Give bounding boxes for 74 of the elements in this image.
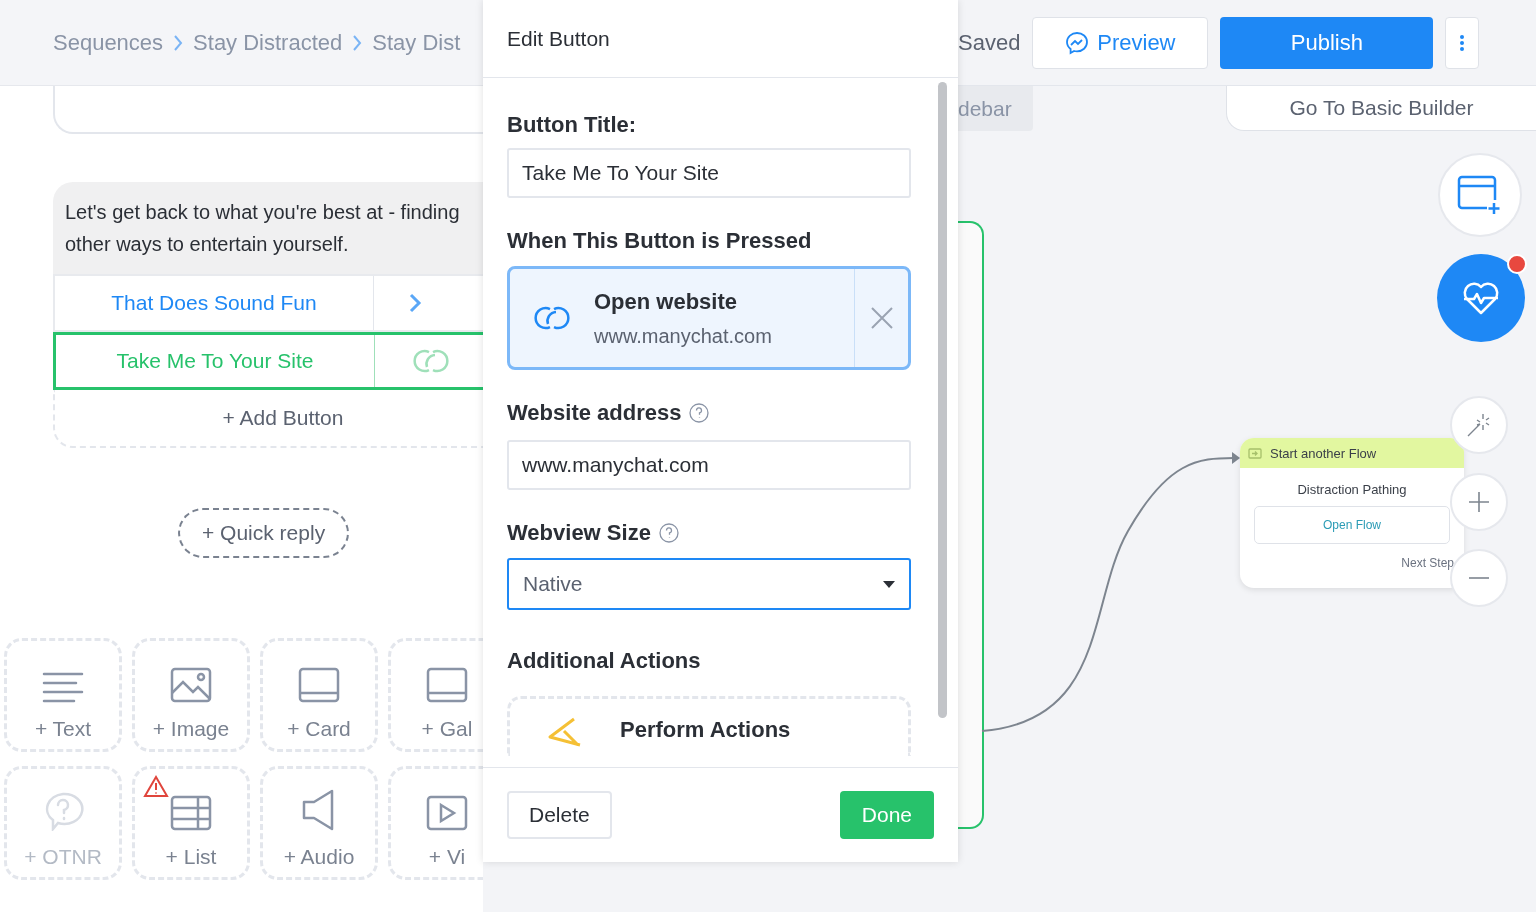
- tile-label: + Card: [287, 717, 351, 741]
- breadcrumb-link[interactable]: Sequences: [53, 29, 164, 56]
- tile-label: + Gal: [421, 717, 473, 741]
- flow-node[interactable]: Start another Flow Distraction Pathing Open Flow Next Step: [1240, 438, 1464, 588]
- flow-icon: [1248, 447, 1262, 459]
- sidebar-tab[interactable]: debar: [958, 86, 1033, 131]
- add-block-tile[interactable]: + Vi: [388, 766, 483, 880]
- field-label: When This Button is Pressed: [507, 228, 812, 254]
- tile-label: + Text: [34, 717, 92, 741]
- button-title-field[interactable]: Take Me To Your Site: [507, 148, 911, 198]
- tile-label: + List: [165, 845, 217, 869]
- field-label: Button Title:: [507, 112, 637, 138]
- chevron-right-icon: [352, 33, 363, 52]
- action-title: Open website: [594, 288, 739, 315]
- preview-button[interactable]: Preview: [1032, 16, 1209, 69]
- breadcrumb-link[interactable]: Stay Dist: [372, 29, 461, 56]
- basic-builder-button[interactable]: Go To Basic Builder: [1226, 86, 1536, 131]
- help-icon[interactable]: [689, 403, 710, 423]
- message-button[interactable]: Take Me To Your Site: [53, 332, 483, 390]
- button-label[interactable]: That Does Sound Fun: [55, 276, 373, 330]
- perform-actions-card[interactable]: Perform Actions: [507, 696, 911, 756]
- video-icon: [426, 795, 468, 831]
- open-flow-button[interactable]: Open Flow: [1254, 506, 1450, 544]
- section-heading: Additional Actions: [507, 648, 701, 674]
- panel-title: Edit Button: [507, 26, 610, 51]
- minus-icon: [1469, 577, 1489, 579]
- field-label: Webview Size: [507, 520, 651, 546]
- add-block-tile[interactable]: + Image: [132, 638, 250, 752]
- scrollbar[interactable]: [938, 82, 947, 718]
- window-plus-icon: [1457, 175, 1503, 215]
- flow-name: Distraction Pathing: [1296, 482, 1408, 497]
- field-label: Website address: [507, 400, 682, 426]
- chevron-right-icon: [173, 33, 184, 52]
- tile-label: + OTNR: [24, 845, 102, 869]
- list-icon: [170, 795, 212, 831]
- done-button[interactable]: Done: [839, 791, 934, 839]
- quick-reply-button[interactable]: + Quick reply: [178, 508, 350, 558]
- image-icon: [170, 667, 212, 703]
- help-icon[interactable]: [658, 523, 679, 543]
- next-step-label: Next Step: [1401, 556, 1454, 570]
- delete-button[interactable]: Delete: [507, 791, 612, 839]
- message-text: Let's get back to what you're best at - finding other ways to entertain yourself.: [53, 182, 483, 274]
- action-url: www.manychat.com: [594, 324, 773, 348]
- tile-label: + Vi: [428, 845, 466, 869]
- add-block-tile[interactable]: + Gal: [388, 638, 483, 752]
- chat-bubble-icon: [1065, 30, 1090, 55]
- caret-icon: [883, 580, 895, 588]
- card-icon: [426, 667, 468, 703]
- node-title: Start another Flow: [1270, 445, 1377, 461]
- heart-pulse-icon: [1462, 281, 1500, 315]
- text-lines-icon: [42, 671, 84, 703]
- chevron-right-icon: [408, 292, 422, 314]
- breadcrumb-link[interactable]: Stay Distracted: [193, 29, 343, 56]
- plus-icon: [1469, 492, 1489, 512]
- tile-label: + Image: [152, 717, 230, 741]
- button-label[interactable]: Take Me To Your Site: [56, 335, 374, 387]
- saved-status: Saved: [958, 29, 1021, 56]
- warning-icon: [143, 775, 169, 798]
- magic-wand-icon: [1466, 412, 1492, 438]
- action-card[interactable]: Open website www.manychat.com: [507, 266, 911, 370]
- more-options-icon[interactable]: [1445, 16, 1480, 69]
- card-icon: [298, 667, 340, 703]
- add-button[interactable]: + Add Button: [53, 390, 483, 448]
- close-icon[interactable]: [869, 306, 894, 330]
- publish-button[interactable]: Publish: [1220, 16, 1434, 69]
- website-address-field[interactable]: www.manychat.com: [507, 440, 911, 490]
- tile-label: + Audio: [283, 845, 355, 869]
- add-block-tile[interactable]: + Text: [4, 638, 122, 752]
- webview-size-dropdown[interactable]: Native: [507, 558, 911, 610]
- add-block-tile[interactable]: + List: [132, 766, 250, 880]
- speaker-icon: [302, 789, 336, 831]
- message-button[interactable]: That Does Sound Fun: [53, 274, 483, 332]
- add-block-tile[interactable]: + Card: [260, 638, 378, 752]
- add-block-tile[interactable]: + Audio: [260, 766, 378, 880]
